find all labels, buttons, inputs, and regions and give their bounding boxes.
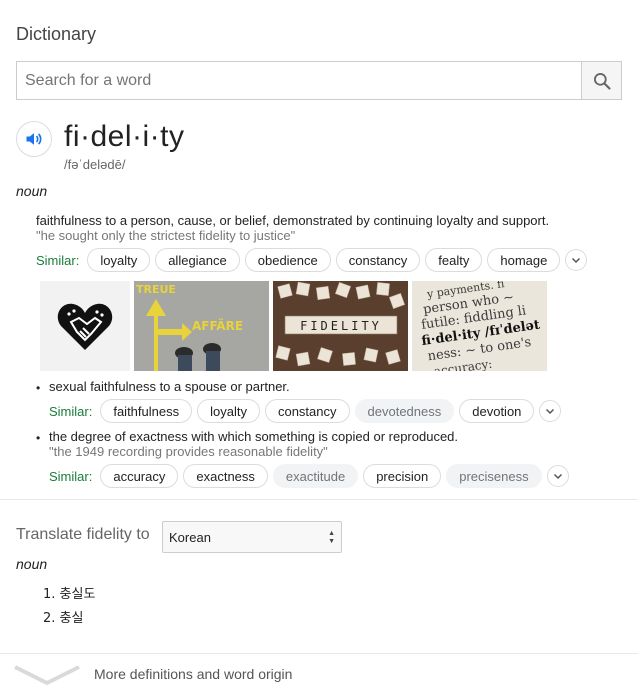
expand-synonyms-button[interactable] xyxy=(546,465,569,487)
similar-row-1: Similar: loyalty allegiance obedience co… xyxy=(36,248,588,272)
synonym-chip[interactable]: devotedness xyxy=(354,399,455,423)
dictionary-page-illustration: y payments. fi person who ~ futile: fidd… xyxy=(412,281,547,371)
pronunciation-button[interactable] xyxy=(16,121,52,157)
translate-label: Translate fidelity to xyxy=(16,526,150,543)
synonym-chip[interactable]: allegiance xyxy=(155,248,240,272)
synonym-chip[interactable]: loyalty xyxy=(197,399,260,423)
section-divider xyxy=(0,499,638,500)
example-3: "the 1949 recording provides reasonable … xyxy=(49,444,328,459)
language-select[interactable]: Korean ▲ ▼ xyxy=(162,521,342,553)
definition-1: faithfulness to a person, cause, or beli… xyxy=(36,213,550,228)
definition-2: sexual faithfulness to a spouse or partn… xyxy=(49,379,290,394)
image-strip: TREUE AFFÄRE FIDELITY y payments. fi per… xyxy=(40,281,547,371)
synonym-chip[interactable]: constancy xyxy=(335,248,421,272)
similar-label: Similar: xyxy=(36,252,80,268)
similar-label: Similar: xyxy=(49,468,93,484)
chevron-down-icon xyxy=(572,257,581,264)
part-of-speech: noun xyxy=(16,183,48,199)
chevron-down-icon xyxy=(14,665,80,685)
street-text-right: AFFÄRE xyxy=(192,318,243,333)
similar-row-2: Similar: faithfulness loyalty constancy … xyxy=(49,399,562,423)
more-definitions-label: More definitions and word origin xyxy=(94,666,293,682)
bullet-3: • xyxy=(36,431,41,445)
translate-part-of-speech: noun xyxy=(16,556,48,572)
search-button[interactable] xyxy=(581,62,621,99)
street-text-top: TREUE xyxy=(136,283,176,296)
image-dictionary-page[interactable]: y payments. fi person who ~ futile: fidd… xyxy=(412,281,547,371)
dictionary-card: Dictionary fi·del·i·ty /fəˈdelədē/ noun … xyxy=(0,0,638,694)
phonetic-spelling: /fəˈdelədē/ xyxy=(64,157,126,172)
search-input[interactable] xyxy=(17,62,581,99)
headword: fi·del·i·ty xyxy=(64,120,185,153)
synonym-chip[interactable]: fealty xyxy=(425,248,483,272)
tiles-word: FIDELITY xyxy=(300,319,382,333)
translation-item: 2. 충실 xyxy=(43,611,84,626)
synonym-chip[interactable]: obedience xyxy=(244,248,331,272)
language-select-value: Korean xyxy=(169,529,211,545)
chevron-down-icon xyxy=(553,473,562,480)
expand-synonyms-button[interactable] xyxy=(539,400,562,422)
definition-3: the degree of exactness with which somet… xyxy=(49,429,459,444)
synonym-chip[interactable]: accuracy xyxy=(100,464,179,488)
synonym-chip[interactable]: loyalty xyxy=(87,248,151,272)
search-icon xyxy=(593,72,611,90)
search-bar xyxy=(16,61,622,100)
example-1: "he sought only the strictest fidelity t… xyxy=(36,228,296,243)
synonym-chip[interactable]: faithfulness xyxy=(100,399,193,423)
bullet-2: • xyxy=(36,381,41,395)
synonym-chip[interactable]: precision xyxy=(363,464,442,488)
image-arrow-street[interactable]: TREUE AFFÄRE xyxy=(134,281,269,371)
synonym-chip[interactable]: constancy xyxy=(264,399,350,423)
image-letter-tiles[interactable]: FIDELITY xyxy=(273,281,408,371)
more-definitions-button[interactable]: More definitions and word origin xyxy=(0,654,638,694)
synonym-chip[interactable]: devotion xyxy=(459,399,535,423)
select-arrows-icon: ▲ ▼ xyxy=(328,530,335,545)
image-handshake-heart[interactable] xyxy=(40,281,130,371)
letter-tiles-illustration: FIDELITY xyxy=(273,281,408,371)
expand-synonyms-button[interactable] xyxy=(565,249,588,271)
handshake-heart-icon xyxy=(57,303,113,350)
chevron-down-icon xyxy=(546,408,555,415)
panel-title: Dictionary xyxy=(16,24,97,44)
synonym-chip[interactable]: exactness xyxy=(183,464,268,488)
similar-row-3: Similar: accuracy exactness exactitude p… xyxy=(49,464,569,488)
speaker-icon xyxy=(26,133,42,145)
translation-item: 1. 충실도 xyxy=(43,587,96,602)
similar-label: Similar: xyxy=(49,403,93,419)
synonym-chip[interactable]: homage xyxy=(487,248,561,272)
street-arrow-illustration: TREUE AFFÄRE xyxy=(134,281,269,371)
synonym-chip[interactable]: exactitude xyxy=(272,464,359,488)
synonym-chip[interactable]: preciseness xyxy=(446,464,542,488)
